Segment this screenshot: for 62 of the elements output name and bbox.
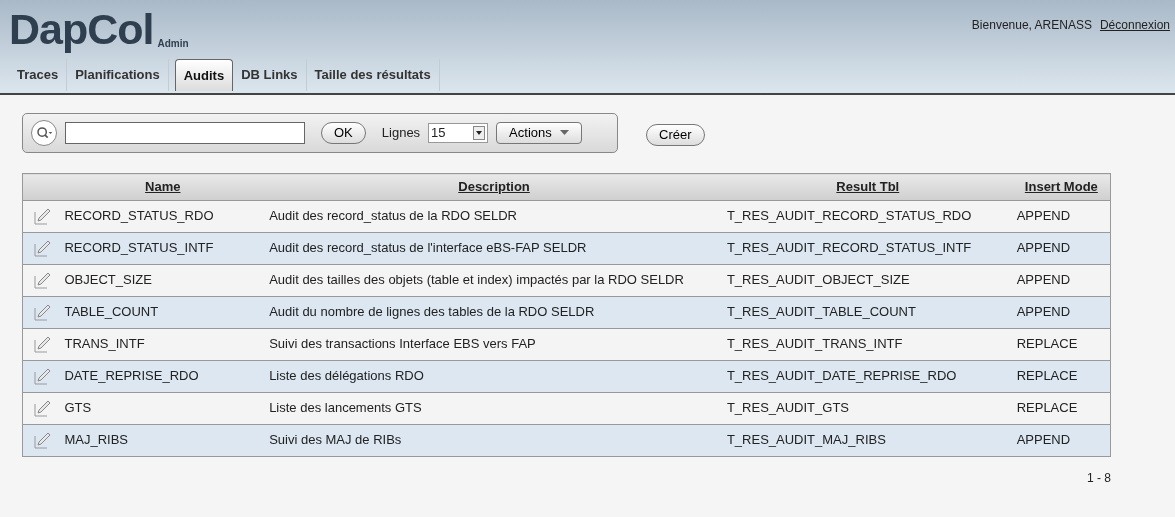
table-cell: T_RES_AUDIT_MAJ_RIBS — [726, 432, 886, 448]
nav-tab[interactable]: Planifications — [67, 59, 169, 91]
table-cell: T_RES_AUDIT_RECORD_STATUS_INTF — [726, 240, 972, 256]
table-cell: APPEND — [1016, 272, 1071, 288]
edit-icon[interactable] — [33, 271, 51, 290]
table-cell: Audit du nombre de lignes des tables de la RDO SELDR — [269, 304, 595, 320]
table-cell: T_RES_AUDIT_OBJECT_SIZE — [726, 272, 910, 288]
table-cell: RECORD_STATUS_RDO — [64, 208, 214, 224]
table-cell: APPEND — [1016, 240, 1071, 256]
table-cell: Audit des record_status de l'interface eBS-FAP SELDR — [269, 240, 587, 256]
caret-icon — [559, 130, 569, 136]
table-cell: TABLE_COUNT — [64, 304, 159, 320]
dropdown-icon — [473, 126, 486, 140]
table-cell: APPEND — [1016, 432, 1071, 448]
nav-tab[interactable]: DB Links — [233, 59, 307, 91]
table-cell: REPLACE — [1016, 400, 1078, 416]
table-cell: Liste des délégations RDO — [269, 368, 424, 384]
table-cell: Suivi des transactions Interface EBS vers FAP — [269, 336, 536, 352]
rows-label: Lignes — [381, 124, 421, 143]
actions-button[interactable]: Actions — [496, 122, 582, 144]
table-cell: APPEND — [1016, 208, 1071, 224]
search-field[interactable] — [65, 122, 305, 144]
welcome-text: Bienvenue, ARENASS — [971, 18, 1092, 32]
app-logo: DapCol — [9, 8, 154, 51]
nav-tab[interactable]: Audits — [174, 59, 234, 91]
table-cell: T_RES_AUDIT_TABLE_COUNT — [726, 304, 916, 320]
table-cell: DATE_REPRISE_RDO — [64, 368, 199, 384]
table-cell: T_RES_AUDIT_TRANS_INTF — [726, 336, 903, 352]
pagination-text: 1 - 8 — [1087, 470, 1111, 485]
table-cell: Audit des record_status de la RDO SELDR — [269, 208, 517, 224]
table-cell: APPEND — [1016, 304, 1071, 320]
edit-icon[interactable] — [33, 239, 51, 258]
table-cell: OBJECT_SIZE — [64, 272, 152, 288]
edit-icon[interactable] — [33, 207, 51, 226]
table-cell: T_RES_AUDIT_DATE_REPRISE_RDO — [726, 368, 957, 384]
table-cell: T_RES_AUDIT_RECORD_STATUS_RDO — [726, 208, 972, 224]
edit-icon[interactable] — [33, 431, 51, 450]
table-cell: REPLACE — [1016, 336, 1078, 352]
table-cell: Liste des lancements GTS — [269, 400, 422, 416]
logout-link[interactable]: Déconnexion — [1099, 18, 1170, 32]
column-header[interactable]: Description — [458, 179, 530, 194]
edit-icon[interactable] — [33, 303, 51, 322]
table-cell: GTS — [64, 400, 92, 416]
edit-icon[interactable] — [33, 335, 51, 354]
nav-tab[interactable]: Taille des résultats — [306, 59, 440, 91]
edit-icon[interactable] — [33, 399, 51, 418]
table-cell: REPLACE — [1016, 368, 1078, 384]
ok-button[interactable]: OK — [321, 122, 366, 144]
app-subtitle: Admin — [157, 37, 189, 51]
rows-select[interactable]: 15 — [428, 123, 489, 143]
column-header[interactable]: Result Tbl — [836, 179, 900, 194]
nav-tab[interactable]: Traces — [9, 59, 68, 91]
edit-icon[interactable] — [33, 367, 51, 386]
create-button[interactable]: Créer — [646, 124, 705, 146]
table-cell: TRANS_INTF — [64, 336, 145, 352]
table-cell: RECORD_STATUS_INTF — [64, 240, 214, 256]
search-icon[interactable] — [31, 120, 57, 146]
column-header[interactable]: Name — [145, 179, 181, 194]
table-cell: Audit des tailles des objets (table et index) impactés par la RDO SELDR — [269, 272, 684, 288]
table-cell: T_RES_AUDIT_GTS — [726, 400, 849, 416]
table-cell: Suivi des MAJ de RIBs — [269, 432, 402, 448]
table-cell: MAJ_RIBS — [64, 432, 129, 448]
